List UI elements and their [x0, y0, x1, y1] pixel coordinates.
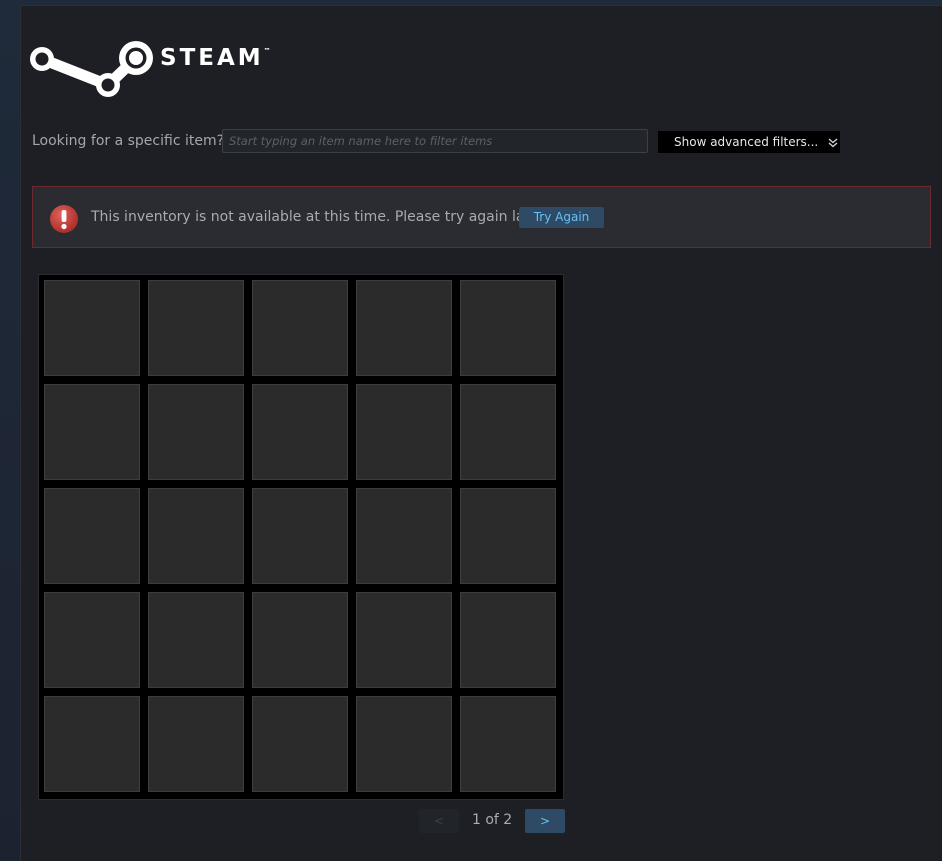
inventory-slot[interactable] [252, 592, 348, 688]
page-indicator: 1 of 2 [472, 812, 513, 828]
inventory-slot[interactable] [460, 280, 556, 376]
inventory-slot[interactable] [44, 384, 140, 480]
inventory-slot[interactable] [460, 384, 556, 480]
inventory-slot[interactable] [148, 488, 244, 584]
previous-page-button[interactable]: < [419, 809, 459, 833]
inventory-slot[interactable] [356, 488, 452, 584]
inventory-slot[interactable] [356, 592, 452, 688]
inventory-slot[interactable] [356, 384, 452, 480]
error-message: This inventory is not available at this … [91, 209, 548, 225]
steam-wordmark: STEAM™ [160, 45, 271, 71]
item-filter-input[interactable] [222, 129, 648, 153]
inventory-slot[interactable] [44, 592, 140, 688]
inventory-slot[interactable] [148, 280, 244, 376]
inventory-slot[interactable] [44, 280, 140, 376]
inventory-slot[interactable] [460, 488, 556, 584]
inventory-slot[interactable] [252, 280, 348, 376]
steam-wordmark-text: STEAM [160, 45, 264, 71]
inventory-slot[interactable] [356, 280, 452, 376]
inventory-slot[interactable] [44, 696, 140, 792]
next-page-button[interactable]: > [525, 809, 565, 833]
inventory-grid [38, 274, 564, 800]
show-advanced-filters-button[interactable]: Show advanced filters... [658, 131, 840, 153]
inventory-slot[interactable] [148, 384, 244, 480]
inventory-slot[interactable] [252, 696, 348, 792]
trademark-symbol: ™ [263, 47, 271, 55]
inventory-slot[interactable] [460, 592, 556, 688]
try-again-button[interactable]: Try Again [519, 207, 604, 228]
inventory-slot[interactable] [44, 488, 140, 584]
inventory-slot[interactable] [148, 696, 244, 792]
inventory-slot[interactable] [148, 592, 244, 688]
inventory-slot[interactable] [460, 696, 556, 792]
inventory-slot[interactable] [252, 384, 348, 480]
double-chevron-down-icon [828, 137, 838, 147]
inventory-slot[interactable] [252, 488, 348, 584]
inventory-slot[interactable] [356, 696, 452, 792]
filter-label: Looking for a specific item? [32, 133, 225, 149]
advanced-filters-label: Show advanced filters... [674, 135, 819, 149]
error-exclamation-icon [50, 205, 78, 233]
